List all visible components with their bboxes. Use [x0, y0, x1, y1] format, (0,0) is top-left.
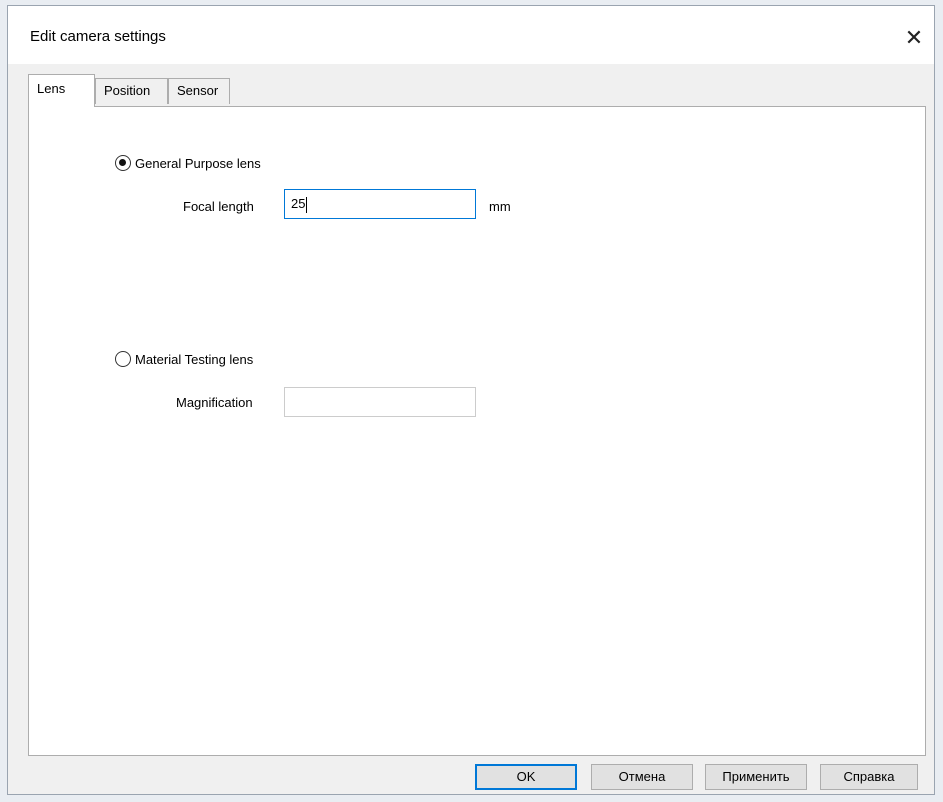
- button-bar: OK Отмена Применить Справка: [8, 754, 934, 794]
- focal-length-value: 25: [291, 196, 306, 211]
- apply-button[interactable]: Применить: [705, 764, 807, 790]
- material-testing-option[interactable]: Material Testing lens: [115, 351, 253, 367]
- cancel-button[interactable]: Отмена: [591, 764, 693, 790]
- tab-lens[interactable]: Lens: [28, 74, 95, 107]
- magnification-label: Magnification: [176, 395, 253, 410]
- help-button[interactable]: Справка: [820, 764, 918, 790]
- title-bar[interactable]: Edit camera settings ✕: [8, 6, 934, 64]
- tab-strip: Lens Position Sensor: [28, 74, 924, 107]
- dialog-window: Edit camera settings ✕ Lens Position Sen…: [7, 5, 935, 795]
- focal-length-input[interactable]: 25: [284, 189, 476, 219]
- text-caret: [306, 196, 308, 213]
- lens-tab-panel: General Purpose lens Focal length 25 mm …: [28, 106, 926, 756]
- tab-position[interactable]: Position: [95, 78, 168, 104]
- focal-length-unit: mm: [489, 199, 511, 214]
- general-purpose-radio[interactable]: [115, 155, 131, 171]
- close-icon[interactable]: ✕: [902, 26, 926, 50]
- magnification-input[interactable]: [284, 387, 476, 417]
- material-testing-label: Material Testing lens: [135, 351, 254, 367]
- tab-sensor[interactable]: Sensor: [168, 78, 230, 104]
- window-title: Edit camera settings: [30, 28, 166, 45]
- ok-button[interactable]: OK: [475, 764, 577, 790]
- material-testing-radio[interactable]: [115, 351, 131, 367]
- general-purpose-option[interactable]: General Purpose lens: [115, 155, 261, 171]
- focal-length-label: Focal length: [183, 199, 254, 214]
- general-purpose-label: General Purpose lens: [135, 155, 261, 171]
